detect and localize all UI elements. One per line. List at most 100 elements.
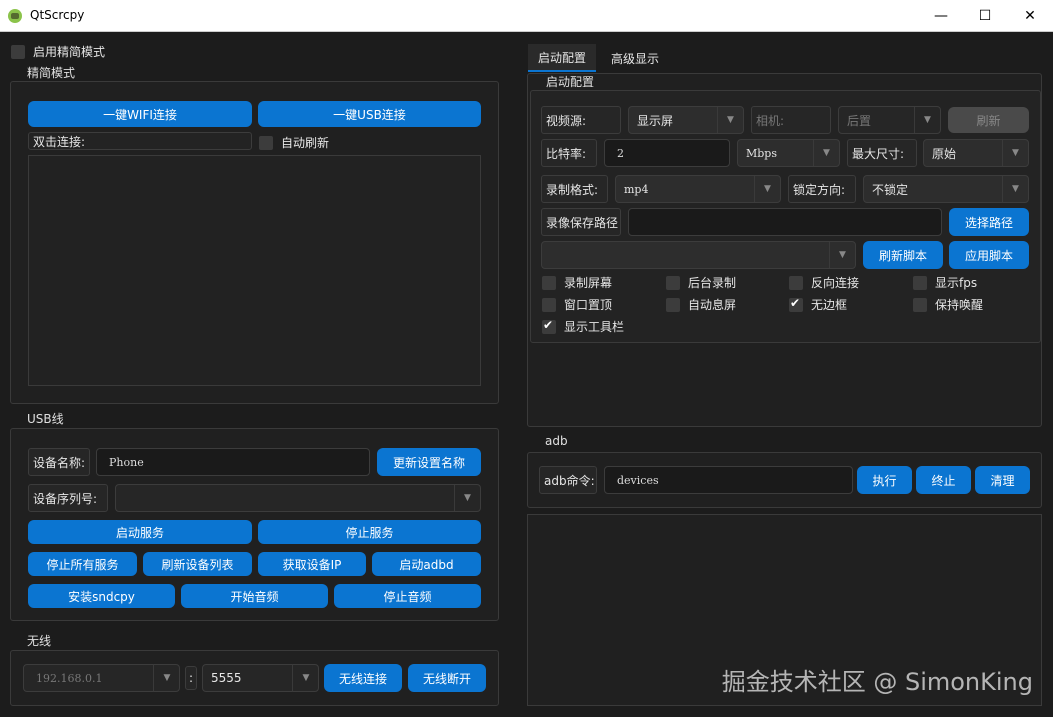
install-sndcpy-button[interactable]: 安装sndcpy [28, 584, 175, 608]
checkbox-box [542, 275, 556, 290]
update-name-button[interactable]: 更新设置名称 [377, 448, 481, 476]
select-path-button[interactable]: 选择路径 [949, 208, 1029, 236]
tab-advanced-display[interactable]: 高级显示 [601, 44, 669, 72]
chevron-down-icon: ▼ [454, 485, 480, 511]
stop-server-button[interactable]: 停止服务 [258, 520, 481, 544]
background-record-label: 后台录制 [688, 276, 737, 290]
stop-audio-button[interactable]: 停止音频 [334, 584, 481, 608]
watermark: 掘金技术社区 @ SimonKing [721, 668, 1033, 696]
chevron-down-icon: ▼ [1002, 176, 1028, 202]
max-size-value: 原始 [932, 146, 957, 161]
frameless-label: 无边框 [811, 298, 848, 312]
frameless-checkbox[interactable]: 无边框 [789, 296, 847, 313]
get-ip-button[interactable]: 获取设备IP [258, 552, 366, 576]
wifi-connect-button[interactable]: 一键WIFI连接 [28, 101, 252, 127]
checkbox-box [913, 275, 927, 290]
record-screen-checkbox[interactable]: 录制屏幕 [542, 274, 612, 291]
simple-mode-checkbox[interactable]: 启用精简模式 [11, 43, 105, 60]
camera-label: 相机: [751, 106, 831, 134]
max-size-label: 最大尺寸: [847, 139, 917, 167]
serial-label: 设备序列号: [28, 484, 108, 512]
auto-refresh-checkbox[interactable]: 自动刷新 [259, 134, 329, 151]
window-top-checkbox[interactable]: 窗口置顶 [542, 296, 612, 313]
chevron-down-icon: ▼ [754, 176, 780, 202]
apply-script-button[interactable]: 应用脚本 [949, 241, 1029, 269]
auto-off-screen-checkbox[interactable]: 自动息屏 [666, 296, 736, 313]
auto-refresh-label: 自动刷新 [281, 136, 330, 150]
chevron-down-icon: ▼ [829, 242, 855, 268]
lock-orientation-value: 不锁定 [872, 182, 909, 197]
lock-orientation-combo[interactable]: 不锁定 ▼ [863, 175, 1029, 203]
camera-combo[interactable]: 后置 ▼ [838, 106, 941, 134]
execute-button[interactable]: 执行 [857, 466, 912, 494]
record-format-combo[interactable]: mp4 ▼ [615, 175, 781, 203]
chevron-down-icon: ▼ [717, 107, 743, 133]
device-name-input[interactable]: Phone [96, 448, 370, 476]
serial-combo[interactable]: ▼ [115, 484, 481, 512]
usb-group-title: USB线 [27, 412, 64, 426]
record-path-label: 录像保存路径 [541, 208, 621, 236]
window-top-label: 窗口置顶 [564, 298, 613, 312]
checkbox-box [542, 297, 556, 312]
show-toolbar-checkbox[interactable]: 显示工具栏 [542, 318, 624, 335]
stay-awake-checkbox[interactable]: 保持唤醒 [913, 296, 983, 313]
refresh-camera-button[interactable]: 刷新 [948, 107, 1029, 133]
wireless-connect-button[interactable]: 无线连接 [324, 664, 402, 692]
max-size-combo[interactable]: 原始 ▼ [923, 139, 1029, 167]
chevron-down-icon: ▼ [813, 140, 839, 166]
adb-cmd-input[interactable]: devices [604, 466, 853, 494]
refresh-devices-button[interactable]: 刷新设备列表 [143, 552, 252, 576]
minimize-button[interactable]: — [918, 0, 964, 32]
reverse-connect-label: 反向连接 [811, 276, 860, 290]
start-adbd-button[interactable]: 启动adbd [372, 552, 481, 576]
maximize-button[interactable]: ☐ [962, 0, 1008, 32]
chevron-down-icon: ▼ [1002, 140, 1028, 166]
checkbox-checked [542, 318, 556, 334]
clear-button[interactable]: 清理 [975, 466, 1030, 494]
script-combo[interactable]: ▼ [541, 241, 856, 269]
window-title: QtScrcpy [30, 8, 85, 22]
chevron-down-icon[interactable]: ▼ [153, 664, 180, 692]
adb-cmd-label: adb命令: [539, 466, 597, 494]
bitrate-input[interactable]: 2 [604, 139, 730, 167]
device-name-label: 设备名称: [28, 448, 90, 476]
simple-mode-label: 启用精简模式 [33, 45, 106, 59]
record-path-input[interactable] [628, 208, 942, 236]
close-button[interactable]: ✕ [1007, 0, 1053, 32]
lock-orientation-label: 锁定方向: [788, 175, 856, 203]
usb-connect-button[interactable]: 一键USB连接 [258, 101, 481, 127]
wireless-disconnect-button[interactable]: 无线断开 [408, 664, 486, 692]
camera-value: 后置 [847, 113, 872, 128]
checkbox-box [666, 297, 680, 312]
background-record-checkbox[interactable]: 后台录制 [666, 274, 736, 291]
start-audio-button[interactable]: 开始音频 [181, 584, 328, 608]
checkbox-box [913, 297, 927, 312]
stop-button[interactable]: 终止 [916, 466, 971, 494]
record-format-label: 录制格式: [541, 175, 608, 203]
device-list[interactable] [28, 155, 481, 386]
show-fps-checkbox[interactable]: 显示fps [913, 274, 977, 291]
checkbox-checked [789, 296, 803, 312]
stay-awake-label: 保持唤醒 [935, 298, 984, 312]
video-source-combo[interactable]: 显示屏 ▼ [628, 106, 744, 134]
checkbox-box [666, 275, 680, 290]
auto-off-screen-label: 自动息屏 [688, 298, 737, 312]
double-click-label: 双击连接: [28, 132, 252, 150]
tab-launch-config[interactable]: 启动配置 [528, 44, 597, 72]
launch-config-group-title: 启动配置 [546, 75, 595, 89]
reverse-connect-checkbox[interactable]: 反向连接 [789, 274, 859, 291]
stop-all-button[interactable]: 停止所有服务 [28, 552, 137, 576]
title-bar: QtScrcpy — ☐ ✕ [0, 0, 1053, 32]
start-server-button[interactable]: 启动服务 [28, 520, 252, 544]
video-source-value: 显示屏 [637, 113, 674, 128]
checkbox-box [259, 135, 273, 150]
bitrate-unit-combo[interactable]: Mbps ▼ [737, 139, 840, 167]
checkbox-box [11, 44, 25, 59]
checkbox-box [789, 275, 803, 290]
port-separator: : [185, 666, 197, 690]
video-source-label: 视频源: [541, 106, 621, 134]
wireless-group-title: 无线 [27, 634, 52, 648]
simple-mode-group-title: 精简模式 [27, 66, 76, 80]
chevron-down-icon[interactable]: ▼ [292, 664, 319, 692]
refresh-script-button[interactable]: 刷新脚本 [863, 241, 943, 269]
